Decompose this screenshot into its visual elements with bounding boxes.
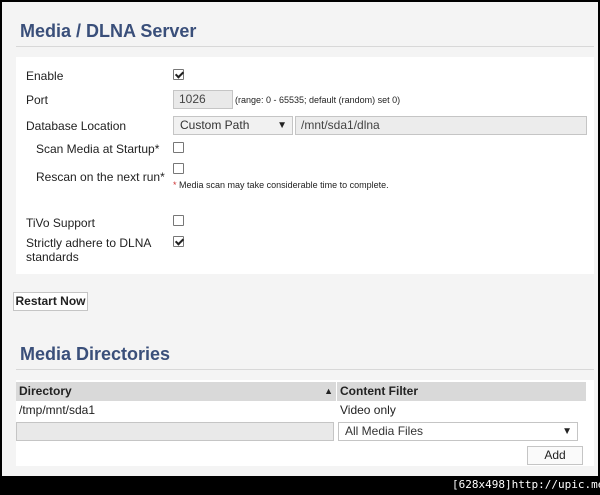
db-location-selected: Custom Path [180, 118, 250, 132]
scan-startup-checkbox[interactable] [173, 142, 184, 153]
port-label: Port [26, 93, 49, 107]
scan-note-star: * [173, 180, 177, 190]
rescan-checkbox[interactable] [173, 163, 184, 174]
watermark-text: [628x498]http://upic.me/ [452, 478, 600, 491]
sort-asc-icon: ▲ [324, 386, 333, 396]
tivo-checkbox[interactable] [173, 215, 184, 226]
restart-now-button[interactable]: Restart Now [13, 292, 88, 311]
table-row-directory: /tmp/mnt/sda1 [19, 403, 96, 417]
enable-checkbox[interactable] [173, 69, 184, 80]
scan-note-text: Media scan may take considerable time to… [179, 180, 389, 190]
port-input[interactable]: 1026 [173, 90, 233, 109]
col-header-directory-label: Directory [19, 384, 72, 398]
rescan-label: Rescan on the next run* [36, 170, 165, 184]
section-title-dlna: Media / DLNA Server [20, 21, 197, 41]
section-title-media-dirs: Media Directories [20, 344, 171, 364]
scan-note: * Media scan may take considerable time … [173, 180, 389, 190]
tivo-label: TiVo Support [26, 216, 95, 230]
strict-label-line2: standards [26, 250, 79, 264]
enable-label: Enable [26, 69, 64, 83]
table-row-filter: Video only [340, 403, 396, 417]
strict-checkbox[interactable] [173, 236, 184, 247]
col-header-directory[interactable]: Directory ▲ [16, 382, 336, 401]
new-directory-input[interactable] [16, 422, 334, 441]
strict-label-line1: Strictly adhere to DLNA [26, 236, 152, 250]
port-hint: (range: 0 - 65535; default (random) set … [235, 95, 401, 105]
chevron-down-icon: ▼ [562, 426, 572, 437]
strict-label: Strictly adhere to DLNA standards [26, 236, 151, 264]
db-path-input[interactable]: /mnt/sda1/dlna [295, 116, 587, 135]
divider [16, 46, 594, 47]
new-filter-selected: All Media Files [345, 424, 424, 438]
add-button[interactable]: Add [527, 446, 583, 465]
app-frame: Media / DLNA Server Enable Port 1026 (ra… [2, 2, 598, 476]
db-location-select[interactable]: Custom Path ▼ [173, 116, 293, 135]
scan-startup-label: Scan Media at Startup* [36, 142, 160, 156]
new-filter-select[interactable]: All Media Files ▼ [338, 422, 578, 441]
divider [16, 369, 594, 370]
col-header-content-filter[interactable]: Content Filter [337, 382, 586, 401]
chevron-down-icon: ▼ [277, 120, 287, 131]
db-location-label: Database Location [26, 119, 127, 133]
